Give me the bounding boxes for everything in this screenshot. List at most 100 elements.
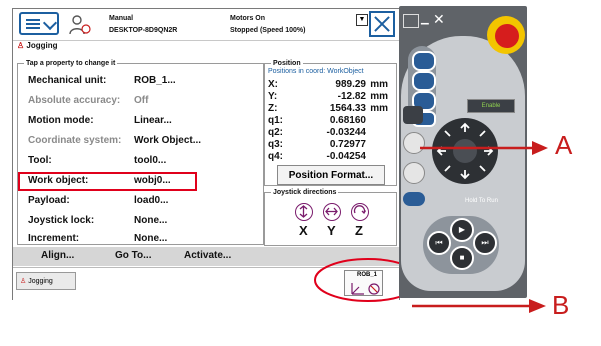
- position-key: Y:: [268, 91, 278, 102]
- position-row: Z: 1564.33 mm: [268, 103, 388, 115]
- step-backward-button[interactable]: ⏮: [427, 231, 451, 255]
- go-to-button[interactable]: Go To...: [115, 250, 151, 261]
- operating-mode: Manual: [109, 15, 134, 22]
- properties-panel-title: Tap a property to change it: [24, 59, 118, 68]
- position-value: -0.03244: [326, 127, 366, 138]
- window-icon: [403, 14, 419, 28]
- programmable-key-2[interactable]: [412, 71, 436, 91]
- position-row: Y: -12.82 mm: [268, 91, 388, 103]
- joystick-axis-y: Y: [327, 223, 336, 238]
- hamburger-icon: [26, 19, 40, 21]
- position-unit: mm: [370, 91, 388, 102]
- top-bar: Manual DESKTOP-8D9QN2R Motors On Stopped…: [13, 9, 399, 41]
- work-object-highlight: [18, 172, 197, 191]
- close-button[interactable]: [369, 11, 395, 37]
- align-button[interactable]: Align...: [41, 250, 74, 261]
- properties-panel: Tap a property to change it Mechanical u…: [17, 59, 264, 245]
- property-value: ROB_1...: [134, 75, 176, 86]
- position-key: X:: [268, 79, 278, 90]
- joystick-axis-x: X: [299, 223, 308, 238]
- position-value: -12.82: [337, 91, 366, 102]
- position-key: q2:: [268, 127, 283, 138]
- property-label: Payload:: [28, 195, 70, 206]
- position-row: X: 989.29 mm: [268, 79, 388, 91]
- property-value: load0...: [134, 195, 169, 206]
- property-mechanical-unit[interactable]: Mechanical unit: ROB_1...: [24, 72, 259, 90]
- property-label: Absolute accuracy:: [28, 95, 121, 106]
- property-joystick-lock[interactable]: Joystick lock: None...: [24, 212, 259, 230]
- position-value: 0.68160: [329, 115, 366, 126]
- joystick-rotate-icon: [351, 203, 369, 221]
- position-value: 0.72977: [329, 139, 366, 150]
- property-tool[interactable]: Tool: tool0...: [24, 152, 259, 170]
- position-format-button[interactable]: Position Format...: [277, 165, 385, 185]
- app-title: ♙ Jogging: [17, 41, 58, 50]
- position-panel-title: Position: [271, 59, 303, 68]
- property-label: Joystick lock:: [28, 215, 95, 226]
- stop-button[interactable]: ■: [450, 246, 474, 270]
- app-title-label: Jogging: [26, 41, 58, 50]
- joystick-panel: Joystick directions X Y Z: [264, 188, 397, 246]
- position-subtitle: Positions in coord: WorkObject: [268, 68, 364, 75]
- annotation-a: A: [555, 130, 573, 160]
- event-log-icon[interactable]: ▼: [356, 14, 368, 26]
- main-menu-button[interactable]: [19, 12, 59, 35]
- joystick-left-right-icon: [323, 203, 341, 221]
- position-row: q3: 0.72977: [268, 139, 388, 151]
- position-row: q4: -0.04254: [268, 151, 388, 163]
- increment-key[interactable]: [403, 162, 425, 184]
- start-button[interactable]: ▶: [450, 218, 474, 242]
- property-value: None...: [134, 233, 168, 244]
- jogging-icon: ♙: [20, 278, 27, 285]
- annotation-b: B: [552, 290, 570, 320]
- position-key: q1:: [268, 115, 283, 126]
- enable-label: Enable: [467, 99, 515, 113]
- position-unit: mm: [370, 79, 388, 90]
- position-unit: mm: [370, 103, 388, 114]
- close-icon[interactable]: ✕: [433, 11, 445, 28]
- property-value: Off: [134, 95, 149, 106]
- joystick-up-down-icon: [295, 203, 313, 221]
- position-value: -0.04254: [326, 151, 366, 162]
- property-payload[interactable]: Payload: load0...: [24, 192, 259, 210]
- toggle-key[interactable]: [403, 192, 425, 206]
- joystick-axis-z: Z: [355, 223, 363, 238]
- motors-state: Motors On: [230, 15, 265, 22]
- property-absolute-accuracy: Absolute accuracy: Off: [24, 92, 259, 110]
- hamburger-line: [26, 27, 40, 29]
- property-increment[interactable]: Increment: None...: [24, 230, 259, 244]
- step-forward-button[interactable]: ⏭: [473, 231, 497, 255]
- controller-name: DESKTOP-8D9QN2R: [109, 27, 178, 34]
- property-label: Coordinate system:: [28, 135, 122, 146]
- position-key: q4:: [268, 151, 283, 162]
- property-value: None...: [134, 215, 168, 226]
- property-motion-mode[interactable]: Motion mode: Linear...: [24, 112, 259, 130]
- position-value: 989.29: [335, 79, 366, 90]
- property-label: Tool:: [28, 155, 52, 166]
- position-row: q2: -0.03244: [268, 127, 388, 139]
- property-label: Mechanical unit:: [28, 75, 107, 86]
- user-icon[interactable]: [68, 13, 92, 37]
- hold-to-run-label: Hold To Run: [465, 198, 498, 204]
- speed-status: Stopped (Speed 100%): [230, 27, 306, 34]
- joystick-panel-title: Joystick directions: [271, 188, 339, 197]
- emergency-stop-button[interactable]: [495, 24, 519, 48]
- mechanical-unit-key[interactable]: [403, 106, 423, 124]
- property-label: Motion mode:: [28, 115, 94, 126]
- property-label: Increment:: [28, 233, 80, 244]
- property-value: Linear...: [134, 115, 172, 126]
- jogging-icon: ♙: [17, 41, 25, 50]
- position-row: q1: 0.68160: [268, 115, 388, 127]
- task-tab-label: Jogging: [28, 278, 53, 285]
- task-tab-jogging[interactable]: ♙ Jogging: [16, 272, 76, 290]
- property-value: Work Object...: [134, 135, 202, 146]
- programmable-key-1[interactable]: [412, 51, 436, 71]
- property-value: tool0...: [134, 155, 167, 166]
- activate-button[interactable]: Activate...: [184, 250, 231, 261]
- chevron-down-icon: [42, 15, 58, 31]
- position-key: q3:: [268, 139, 283, 150]
- position-panel: Position Positions in coord: WorkObject …: [264, 59, 397, 186]
- arrow-b: [412, 299, 546, 313]
- position-value: 1564.33: [329, 103, 366, 114]
- property-coordinate-system[interactable]: Coordinate system: Work Object...: [24, 132, 259, 150]
